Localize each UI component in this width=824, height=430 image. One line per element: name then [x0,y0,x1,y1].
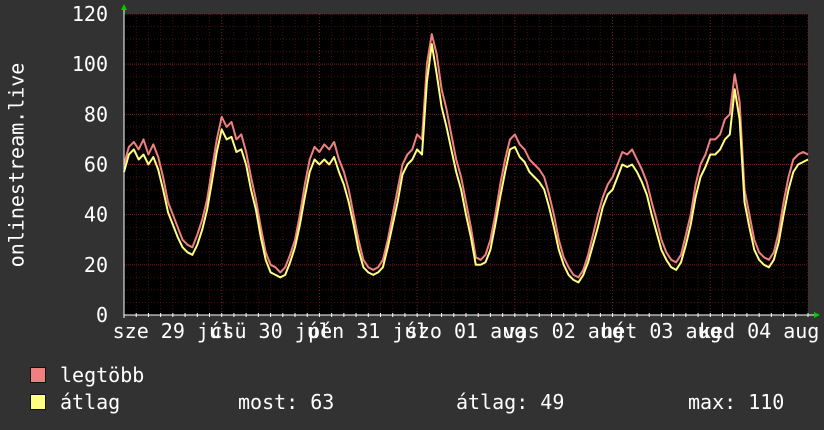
stat-current: most: 63 [238,390,335,414]
y-tick-label: 0 [96,303,108,327]
stat-average: átlag: 49 [456,390,565,414]
legend-item-max: legtöbb [30,364,144,386]
y-tick-label: 20 [84,253,108,277]
y-tick-label: 120 [72,2,108,26]
legend-item-avg: átlag [30,391,120,413]
y-tick-label: 40 [84,203,108,227]
legend-swatch-avg [30,394,46,410]
vertical-axis-label: onlinestream.live [5,63,29,268]
y-tick-label: 60 [84,153,108,177]
x-tick-label: ked 04 aug [699,319,819,343]
legend-label-avg: átlag [60,390,121,414]
x-axis-arrow [814,312,820,318]
legend-label-max: legtöbb [60,363,145,387]
y-axis-arrow [121,4,127,10]
y-tick-label: 80 [84,102,108,126]
stat-max: max: 110 [688,390,785,414]
y-tick-label: 100 [72,52,108,76]
legend-swatch-max [30,367,46,383]
